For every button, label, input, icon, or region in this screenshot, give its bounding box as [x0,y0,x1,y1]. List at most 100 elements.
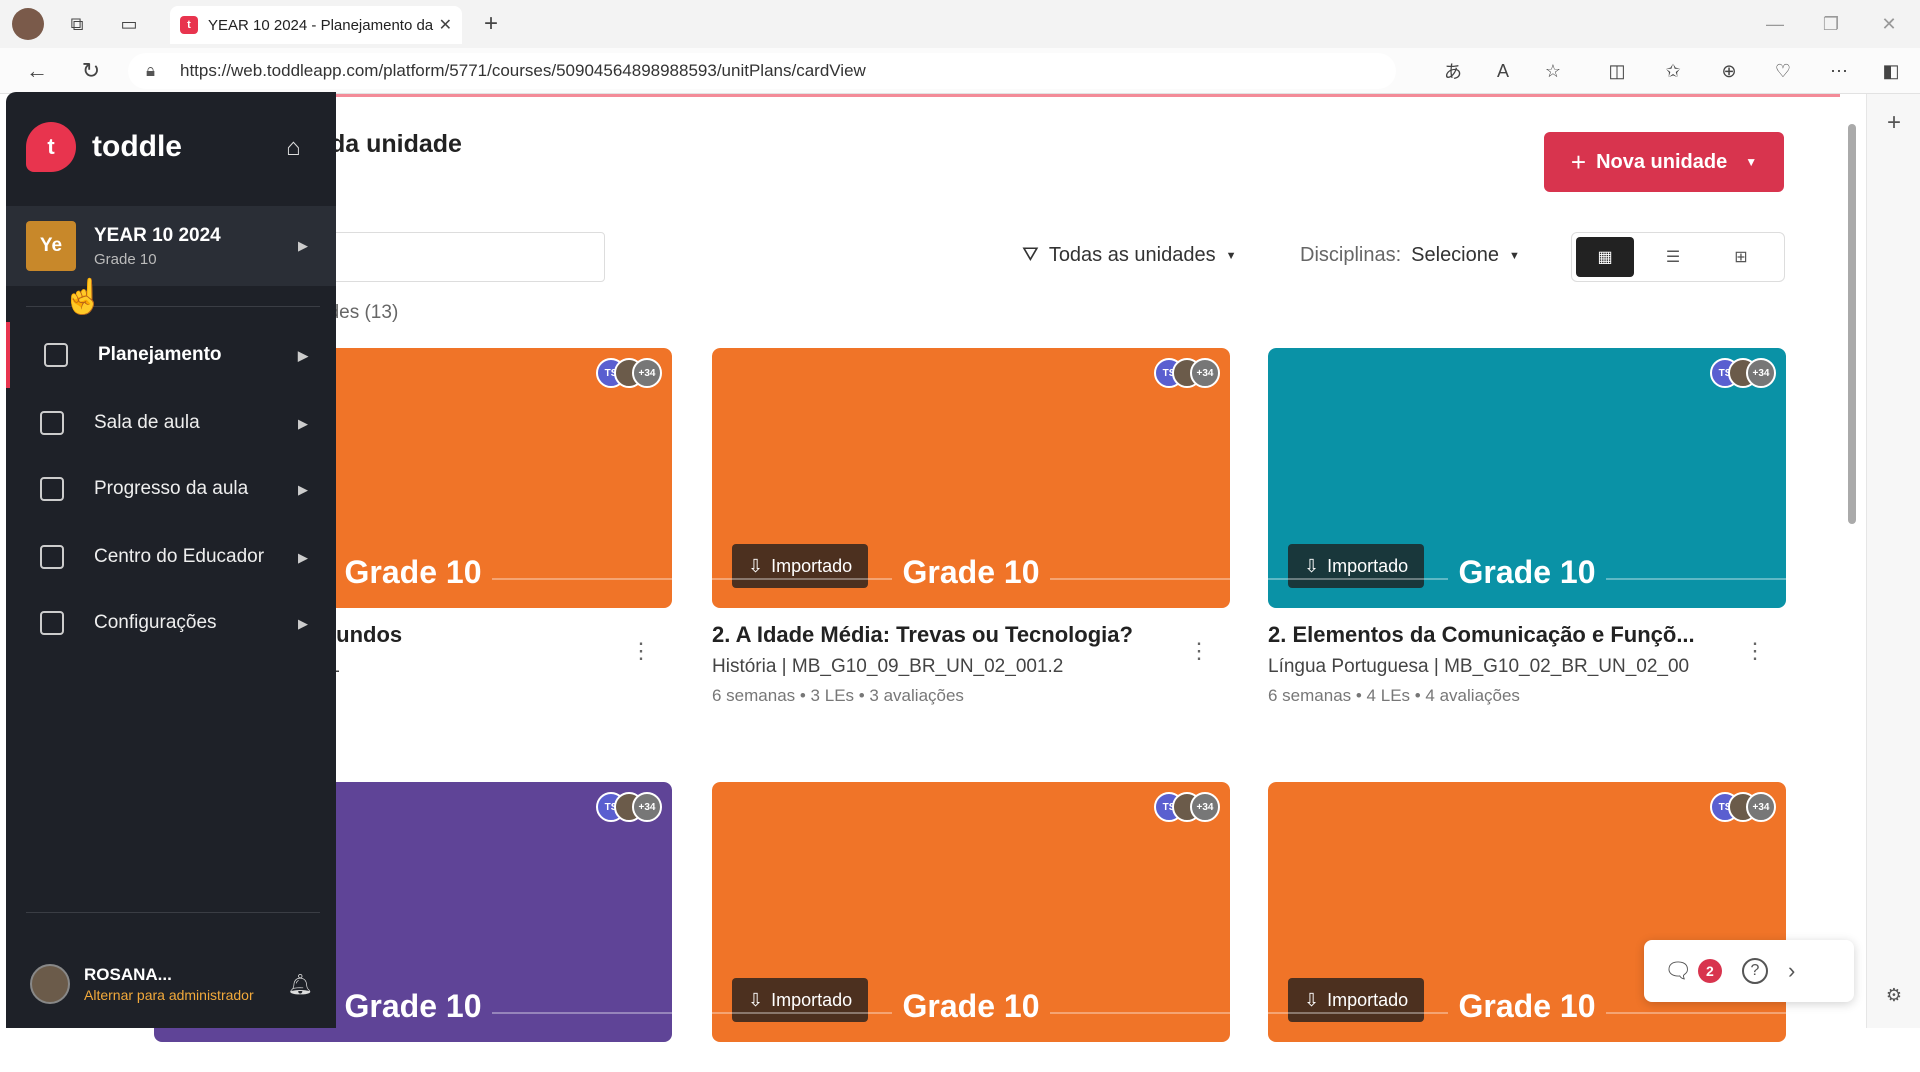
kebab-menu-icon[interactable]: ⋮ [1188,638,1210,664]
tab-close-icon[interactable]: ✕ [439,15,452,35]
table-view-icon[interactable]: ⊞ [1712,237,1770,277]
add-icon[interactable]: + [1881,109,1907,136]
view-switcher: ▦ ☰ ⊞ [1571,232,1785,282]
card-subject: História | MB_G10_09_BR_UN_02_001.2 [712,656,1064,677]
unit-card[interactable]: TS +34 ⇩ Importado Grade 10 2. Elementos da C… [1268,348,1786,706]
new-unit-button[interactable]: + Nova unidade ▼ [1544,132,1784,192]
browser-tab-bar: ⧉ ▭ t YEAR 10 2024 - Planejamento da ✕ +… [0,0,1920,48]
browser-side-rail: + ⚙ [1866,94,1920,1028]
divider [26,912,320,913]
sidebar-item-label: Planejamento [98,344,222,365]
toddle-logo[interactable]: t toddle [26,122,182,172]
collections-icon[interactable]: ⊕ [1716,58,1742,84]
user-name: ROSANA... [84,965,172,984]
list-view-icon[interactable]: ☰ [1644,237,1702,277]
card-subject: Língua Portuguesa | MB_G10_02_BR_UN_02_0… [1268,656,1690,677]
url-field[interactable]: 🔒︎ https://web.toddleapp.com/platform/57… [128,53,1396,89]
back-icon[interactable]: ← [22,56,52,86]
tab-actions-icon[interactable]: ▭ [116,12,142,36]
caret-right-icon: ▶ [298,416,308,431]
chat-icon [40,411,64,435]
card-meta: 6 semanas • 4 LEs • 4 avaliações [1268,686,1520,705]
avatar-more: +34 [1746,358,1776,388]
card-meta: 6 semanas • 3 LEs • 3 avaliações [712,686,964,705]
split-screen-icon[interactable]: ◫ [1604,58,1630,84]
sidebar-item-4[interactable]: Configurações ▶ [6,590,336,656]
gear-icon [40,611,64,635]
caret-right-icon: ▶ [298,616,308,631]
home-icon[interactable]: ⌂ [286,134,301,162]
settings-gear-icon[interactable]: ⚙ [1881,982,1907,1008]
browser-tab-active[interactable]: t YEAR 10 2024 - Planejamento da ✕ [170,6,462,44]
collaborators: TS +34 [1710,792,1776,822]
card-cover: TS +34 ⇩ Importado Grade 10 [1268,348,1786,608]
address-bar-row: ← ↻ 🔒︎ https://web.toddleapp.com/platfor… [0,48,1920,94]
search-input[interactable] [318,232,605,282]
sidebar-toggle-icon[interactable]: ◧ [1878,58,1904,84]
refresh-icon[interactable]: ↻ [76,56,106,86]
new-tab-icon[interactable]: + [478,10,504,38]
more-icon[interactable]: ⋯ [1826,58,1852,84]
chevron-down-icon: ▼ [1509,249,1520,262]
avatar-more: +34 [632,358,662,388]
unit-card[interactable]: TS +34 ⇩ Importado Grade 10 [712,782,1230,1072]
card-grade: Grade 10 [902,988,1040,1024]
tab-title: YEAR 10 2024 - Planejamento da [208,16,434,34]
card-cover: TS +34 ⇩ Importado Grade 10 [712,782,1230,1042]
comments-icon[interactable]: 🗨︎ [1664,958,1692,984]
close-window-icon[interactable]: ✕ [1876,10,1902,38]
sidebar-item-1[interactable]: Sala de aula ▶ [6,390,336,456]
collaborators: TS +34 [596,792,662,822]
course-grade: Grade 10 [94,250,157,268]
logo-text: toddle [92,130,182,163]
user-profile[interactable]: ROSANA... Alternar para administrador 🔔︎ [30,964,313,1004]
calendar-icon [44,343,68,367]
card-view-icon[interactable]: ▦ [1576,237,1634,277]
translate-icon[interactable]: あ [1440,58,1466,84]
course-title: YEAR 10 2024 [94,224,221,246]
help-icon[interactable]: ? [1741,958,1768,984]
filter-icon: ⛛ [1022,244,1039,266]
sidebar-item-3[interactable]: Centro do Educador ▶ [6,524,336,590]
tab-favicon: t [180,16,198,34]
restore-icon[interactable]: ❐ [1818,10,1844,38]
caret-right-icon: ▶ [298,348,308,363]
page-title: da unidade [330,130,462,158]
sidebar-item-label: Progresso da aula [94,478,249,499]
sidebar-item-label: Centro do Educador [94,546,265,567]
switch-admin-link[interactable]: Alternar para administrador [84,987,254,1003]
collaborators: TS +34 [1710,358,1776,388]
collaborators: TS +34 [1154,358,1220,388]
book-icon [40,545,64,569]
units-filter[interactable]: ⛛ Todas as unidades ▼ [1022,244,1237,267]
scrollbar[interactable] [1844,94,1858,1028]
chevron-down-icon: ▼ [1225,249,1237,262]
logo-mark: t [26,122,76,172]
notifications-bell-icon[interactable]: 🔔︎ [288,972,313,997]
plus-icon: + [1570,146,1587,177]
minimize-icon[interactable]: — [1762,10,1788,38]
kebab-menu-icon[interactable]: ⋮ [1744,638,1766,664]
report-icon [40,477,64,501]
course-switcher[interactable]: Ye YEAR 10 2024 Grade 10 ▶ [6,206,336,286]
profile-avatar[interactable] [12,8,44,40]
unit-card[interactable]: TS +34 ⇩ Importado Grade 10 [1268,782,1786,1072]
favorites-icon[interactable]: ✩ [1660,58,1686,84]
card-grade: Grade 10 [902,554,1040,590]
kebab-menu-icon[interactable]: ⋮ [630,638,652,664]
sidebar-item-0[interactable]: Planejamento ▶ [6,322,336,388]
subjects-filter[interactable]: Disciplinas: Selecione ▼ [1300,244,1520,267]
sidebar-item-2[interactable]: Progresso da aula ▶ [6,456,336,522]
favorite-star-icon[interactable]: ☆ [1540,58,1566,84]
card-grade: Grade 10 [1458,554,1596,590]
subjects-label: Disciplinas: [1300,244,1402,266]
workspaces-icon[interactable]: ⧉ [64,12,90,36]
chevron-right-icon[interactable]: › [1788,958,1795,984]
read-aloud-icon[interactable]: A [1490,58,1516,84]
avatar [30,964,70,1004]
sidebar-item-label: Configurações [94,612,217,633]
unit-card[interactable]: TS +34 ⇩ Importado Grade 10 2. A Idade Média:… [712,348,1230,706]
browser-essentials-icon[interactable]: ♡ [1770,58,1796,84]
comments-badge: 2 [1697,959,1722,983]
card-cover: TS +34 ⇩ Importado Grade 10 [712,348,1230,608]
